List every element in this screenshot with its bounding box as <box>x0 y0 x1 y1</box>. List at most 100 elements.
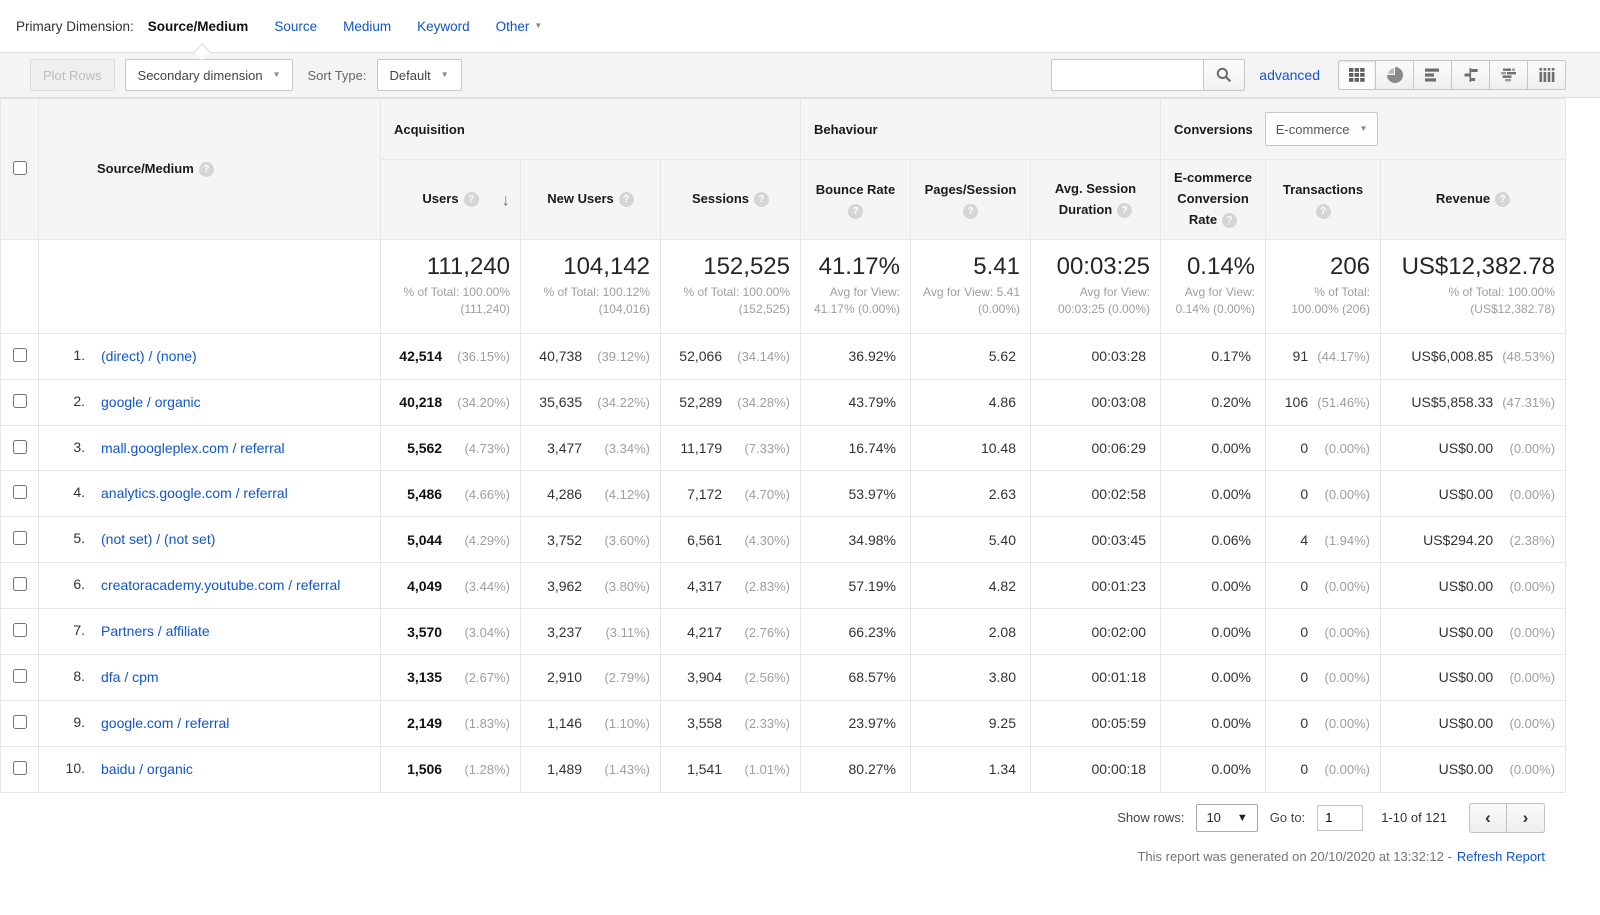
next-page-button[interactable]: › <box>1507 802 1545 833</box>
search-input[interactable] <box>1051 59 1204 91</box>
row-checkbox[interactable] <box>12 393 27 408</box>
source-medium-link[interactable]: Partners / affiliate <box>101 622 210 641</box>
sort-type-dropdown[interactable]: Default ▼ <box>376 59 462 91</box>
help-icon[interactable]: ? <box>1315 203 1331 219</box>
table-view-button[interactable] <box>1338 60 1376 90</box>
avg-session-duration-cell: 00:06:29 <box>1029 424 1162 472</box>
col-header-pages-session[interactable]: Pages/Session? <box>910 159 1031 240</box>
source-medium-link[interactable]: google / organic <box>101 393 201 412</box>
source-medium-link[interactable]: baidu / organic <box>101 760 193 779</box>
help-icon[interactable]: ? <box>1117 202 1133 218</box>
col-header-revenue[interactable]: Revenue? <box>1380 159 1567 240</box>
row-checkbox[interactable] <box>12 485 27 500</box>
row-rank: 1. <box>73 346 85 363</box>
ecr-header-label: E-commerce Conversion Rate <box>1173 170 1253 227</box>
col-header-avg-session-duration[interactable]: Avg. Session Duration? <box>1029 159 1162 240</box>
source-medium-link[interactable]: dfa / cpm <box>101 668 159 687</box>
sessions-cell: 52,289 (34.28%) <box>660 378 801 426</box>
source-medium-link[interactable]: mall.googleplex.com / referral <box>101 439 285 458</box>
refresh-report-link[interactable]: Refresh Report <box>1457 849 1545 864</box>
totals-revenue-sub: % of Total: 100.00% (US$12,382.78) <box>1448 285 1556 317</box>
row-checkbox[interactable] <box>12 668 27 683</box>
help-icon[interactable]: ? <box>463 192 479 208</box>
transactions-cell: 0 (0.00%) <box>1265 699 1382 747</box>
pivot-view-button[interactable] <box>1528 60 1566 90</box>
col-header-ecommerce-conversion-rate[interactable]: E-commerce Conversion Rate? <box>1160 159 1267 240</box>
col-header-new-users[interactable]: New Users? <box>520 159 661 240</box>
primary-dimension-medium[interactable]: Medium <box>343 19 391 34</box>
help-icon[interactable]: ? <box>1495 192 1511 208</box>
plot-rows-button[interactable]: Plot Rows <box>30 59 115 91</box>
row-checkbox[interactable] <box>12 623 27 638</box>
users-percent: (4.73%) <box>464 441 510 456</box>
row-checkbox[interactable] <box>12 577 27 592</box>
revenue-cell: US$0.00 (0.00%) <box>1380 699 1567 747</box>
primary-dimension-keyword[interactable]: Keyword <box>417 19 470 34</box>
advanced-search-link[interactable]: advanced <box>1259 67 1320 83</box>
col-header-sessions[interactable]: Sessions? <box>660 159 801 240</box>
sessions-cell: 7,172 (4.70%) <box>660 470 801 518</box>
users-cell: 3,570 (3.04%) <box>380 608 521 656</box>
row-checkbox[interactable] <box>12 714 27 729</box>
select-all-checkbox[interactable] <box>12 160 27 175</box>
help-icon[interactable]: ? <box>618 192 634 208</box>
sessions-cell: 4,317 (2.83%) <box>660 562 801 610</box>
revenue-cell: US$6,008.85 (48.53%) <box>1380 332 1567 380</box>
table-search <box>1051 59 1246 91</box>
totals-ecr-value: 0.14% <box>1186 253 1256 280</box>
help-icon[interactable]: ? <box>754 192 770 208</box>
new-users-value: 35,635 <box>539 394 583 411</box>
goto-page-input[interactable] <box>1317 804 1364 831</box>
other-label[interactable]: Other <box>496 19 530 34</box>
row-checkbox-cell <box>0 699 39 747</box>
source-medium-link[interactable]: google.com / referral <box>101 714 229 733</box>
row-checkbox[interactable] <box>12 347 27 362</box>
col-header-users[interactable]: Users? ↓ <box>380 159 521 240</box>
row-rank: 9. <box>73 713 85 730</box>
avg-session-duration-cell: 00:00:18 <box>1029 745 1162 793</box>
performance-view-button[interactable] <box>1414 60 1452 90</box>
dimension-column-header[interactable]: Source/Medium? <box>38 98 381 240</box>
source-medium-link[interactable]: creatoracademy.youtube.com / referral <box>101 576 340 595</box>
view-switcher <box>1338 60 1566 90</box>
primary-dimension-selected[interactable]: Source/Medium <box>148 19 249 34</box>
row-checkbox-cell <box>0 745 39 793</box>
percentage-view-button[interactable] <box>1376 60 1414 90</box>
users-cell: 1,506 (1.28%) <box>380 745 521 793</box>
conversions-goal-dropdown[interactable]: E-commerce ▼ <box>1264 112 1379 146</box>
sort-type-label: Sort Type: <box>307 67 367 83</box>
help-icon[interactable]: ? <box>848 203 863 219</box>
avg-session-duration-cell: 00:05:59 <box>1029 699 1162 747</box>
help-icon[interactable]: ? <box>198 162 214 178</box>
secondary-dimension-dropdown[interactable]: Secondary dimension ▼ <box>124 59 294 91</box>
col-header-transactions[interactable]: Transactions? <box>1265 159 1382 240</box>
bounce-rate-cell: 43.79% <box>800 378 911 426</box>
help-icon[interactable]: ? <box>963 203 978 219</box>
show-rows-select[interactable]: 10 ▼ <box>1196 803 1258 832</box>
transactions-cell: 4 (1.94%) <box>1265 516 1382 564</box>
chevron-down-icon: ▼ <box>440 70 449 79</box>
comparison-view-button[interactable] <box>1452 60 1490 90</box>
avg-session-duration-value: 00:06:29 <box>1091 440 1147 456</box>
previous-page-button[interactable]: ‹ <box>1469 802 1507 833</box>
pages-session-value: 1.34 <box>988 761 1016 778</box>
totals-users-sub: % of Total: 100.00% (111,240) <box>403 285 510 317</box>
help-icon[interactable]: ? <box>1222 212 1238 228</box>
row-checkbox[interactable] <box>12 439 27 454</box>
primary-dimension-other[interactable]: Other ▼ <box>496 19 543 34</box>
source-medium-link[interactable]: (not set) / (not set) <box>101 530 215 549</box>
search-button[interactable] <box>1203 59 1246 91</box>
source-medium-link[interactable]: analytics.google.com / referral <box>101 484 288 503</box>
row-checkbox[interactable] <box>12 760 27 775</box>
term-cloud-view-button[interactable] <box>1490 60 1528 90</box>
revenue-cell: US$0.00 (0.00%) <box>1380 424 1567 472</box>
revenue-percent: (2.38%) <box>1509 532 1556 548</box>
totals-bounce-rate: 41.17% Avg for View: 41.17% (0.00%) <box>800 239 911 334</box>
sessions-cell: 3,558 (2.33%) <box>660 699 801 747</box>
col-header-bounce-rate[interactable]: Bounce Rate? <box>800 159 911 240</box>
source-medium-link[interactable]: (direct) / (none) <box>101 347 197 366</box>
totals-row: 111,240 % of Total: 100.00% (111,240) 10… <box>0 239 1567 334</box>
primary-dimension-source[interactable]: Source <box>274 19 317 34</box>
row-checkbox[interactable] <box>12 531 27 546</box>
revenue-percent: (0.00%) <box>1509 578 1556 594</box>
